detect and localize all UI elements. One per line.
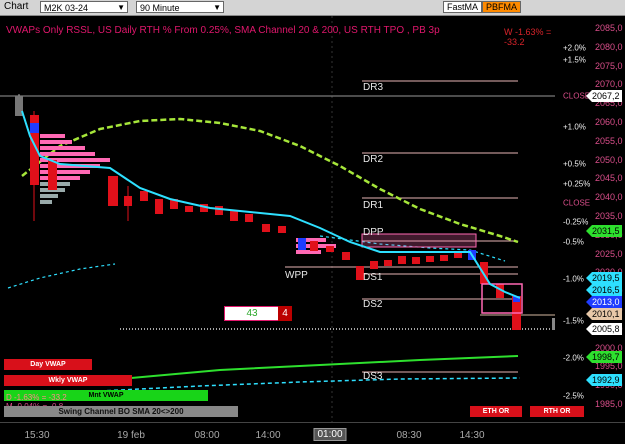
level-wpp-label: WPP [285, 270, 308, 281]
price-axis-label: 2085,0 [595, 23, 623, 33]
price-tag-weekly-vwap: 1992,9 [586, 374, 622, 386]
price-axis-label: 2080,0 [595, 41, 623, 52]
chevron-down-icon: ▼ [213, 3, 221, 12]
wkly-vwap-button[interactable]: Wkly VWAP [4, 375, 132, 386]
price-tag-level: 2010,1 [586, 308, 622, 320]
level-dr2-label: DR2 [363, 154, 384, 165]
time-label: 14:30 [459, 430, 485, 441]
monthly-vwap-line [119, 355, 519, 380]
window-title: Chart [4, 1, 29, 12]
price-axis-label: 1985,0 [595, 399, 623, 409]
fastma-button[interactable]: FastMA [443, 1, 483, 13]
count-box-left: 43 [224, 306, 280, 321]
pct-label: +0.25% [563, 179, 591, 189]
price-tag-vwap: 2016,5 [586, 284, 622, 296]
candles [15, 94, 555, 330]
pct-label: -2.5% [563, 391, 584, 401]
time-label-crosshair: 01:00 [313, 428, 347, 441]
price-axis-label: 2025,0 [595, 248, 623, 259]
pct-label: +1.0% [563, 122, 586, 132]
level-dr1-label: DR1 [363, 200, 384, 211]
day-vwap-button[interactable]: Day VWAP [4, 359, 92, 370]
time-label: 19 feb [117, 430, 145, 441]
symbol-value: M2K 03-24 [44, 3, 89, 13]
chevron-down-icon: ▼ [117, 3, 125, 12]
pct-label: +2.0% [563, 43, 586, 53]
price-axis-label: 2055,0 [595, 135, 623, 146]
price-axis[interactable]: 2085,0 2080,0 2075,0 2070,0 2065,0 2060,0 2055… [555, 16, 625, 422]
price-axis-label: 2070,0 [595, 79, 623, 90]
daily-vwap-line [21, 110, 521, 299]
sma200-line [21, 117, 519, 244]
close-label: CLOSE [563, 198, 591, 208]
interval-value: 90 Minute [140, 3, 180, 13]
weekly-readout: W -1.63% = -33.2 [504, 27, 552, 47]
level-ds3-label: DS3 [363, 371, 383, 382]
level-ds1-label: DS1 [363, 272, 383, 283]
pct-label: -2.0% [563, 353, 584, 363]
swing-channel-button[interactable]: Swing Channel BO SMA 20<>200 [4, 406, 238, 417]
price-tag-last: 2013,0 [586, 296, 622, 308]
price-tag-monthly-vwap: 1998,7 [586, 351, 622, 363]
level-dr3-label: DR3 [363, 82, 384, 93]
price-tag-close: 2005,8 [586, 323, 622, 335]
price-axis-label: 2045,0 [595, 173, 623, 184]
pbfma-button[interactable]: PBFMA [482, 1, 522, 13]
time-label: 08:00 [194, 430, 220, 441]
interval-select[interactable]: 90 Minute ▼ [136, 1, 224, 13]
eth-or-button[interactable]: ETH OR [470, 406, 522, 417]
pct-label: -1.0% [563, 274, 584, 284]
pct-label: +0.5% [563, 159, 586, 169]
symbol-select[interactable]: M2K 03-24 ▼ [40, 1, 128, 13]
sma20-lower-channel [7, 263, 116, 289]
price-tag-sma200: 2031,5 [586, 225, 622, 237]
pct-label: -0.5% [563, 237, 584, 247]
price-axis-label: 2035,0 [595, 211, 623, 221]
price-tag-upper-channel: 2019,5 [586, 272, 622, 284]
price-tag-crosshair: 2067,2 [586, 90, 622, 102]
price-axis-label: 2060,0 [595, 117, 623, 127]
count-box-right: 4 [278, 306, 292, 321]
chart-toolbar: Chart M2K 03-24 ▼ 90 Minute ▼ FastMA PBF… [0, 0, 625, 16]
time-label: 15:30 [24, 430, 50, 441]
indicator-title: VWAPs Only RSSL, US Daily RTH % From 0.2… [6, 25, 440, 36]
daily-readout: D -1.63% = -33.2 [6, 393, 67, 402]
price-chart[interactable]: VWAPs Only RSSL, US Daily RTH % From 0.2… [0, 16, 584, 422]
pct-label: -0.25% [563, 217, 589, 227]
pct-label: +1.5% [563, 55, 586, 65]
price-axis-label: 2075,0 [595, 60, 623, 71]
pct-label: -1.5% [563, 316, 584, 326]
price-axis-label: 2040,0 [595, 192, 623, 203]
level-dpp-label: DPP [363, 227, 384, 238]
time-axis[interactable]: 15:30 19 feb 08:00 14:00 01:00 08:30 14:… [0, 422, 625, 444]
price-axis-label: 2050,0 [595, 154, 623, 165]
level-ds2-label: DS2 [363, 299, 383, 310]
time-label: 14:00 [255, 430, 281, 441]
time-label: 08:30 [396, 430, 422, 441]
